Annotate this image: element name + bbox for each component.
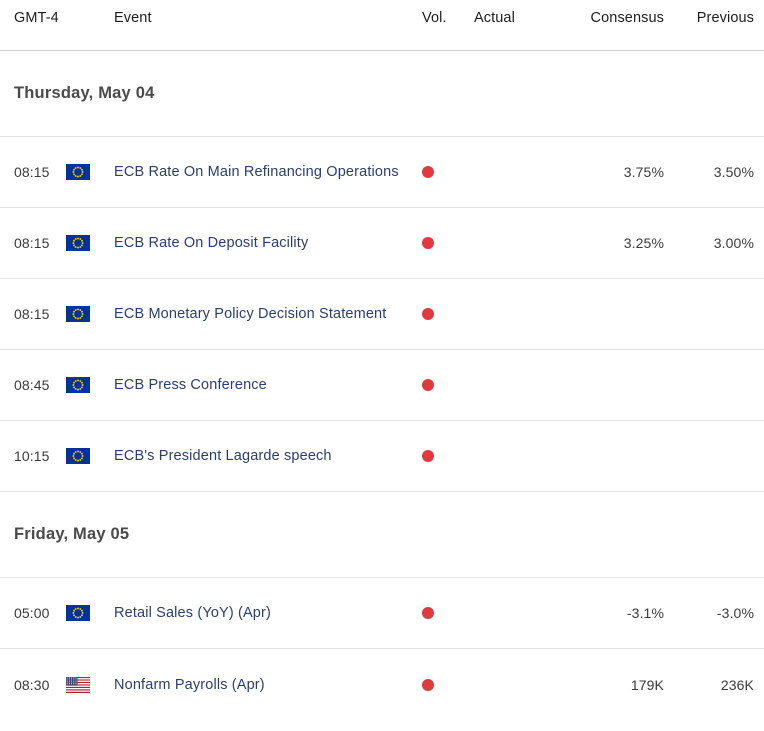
table-row[interactable]: 08:15 ECB Rate On Deposit Facility 3.25%3.… (0, 208, 764, 279)
table-body: Thursday, May 04 08:15 ECB Rate On Main Re… (0, 51, 764, 720)
day-group-header: Friday, May 05 (0, 492, 764, 578)
event-time: 08:15 (14, 235, 66, 251)
previous-value: 236K (664, 677, 754, 693)
volatility-indicator[interactable] (422, 237, 474, 249)
red-dot-icon (422, 450, 434, 462)
previous-value: 3.00% (664, 235, 754, 251)
consensus-value: -3.1% (570, 605, 664, 621)
previous-value: 3.50% (664, 164, 754, 180)
red-dot-icon (422, 607, 434, 619)
event-link[interactable]: ECB Rate On Main Refinancing Operations (114, 164, 399, 180)
eu-flag-icon (66, 377, 114, 393)
eu-flag-icon (66, 605, 114, 621)
eu-flag-icon (66, 448, 114, 464)
column-header-time: GMT-4 (14, 9, 66, 27)
day-group-title: Thursday, May 04 (14, 84, 154, 103)
us-flag-icon (66, 677, 114, 693)
event-link[interactable]: ECB Monetary Policy Decision Statement (114, 306, 386, 322)
volatility-indicator[interactable] (422, 379, 474, 391)
event-link[interactable]: ECB's President Lagarde speech (114, 448, 332, 464)
column-header-volatility: Vol. (422, 9, 474, 27)
red-dot-icon (422, 308, 434, 320)
eu-flag-icon (66, 235, 114, 251)
table-row[interactable]: 05:00 Retail Sales (YoY) (Apr) -3.1%-3.0% (0, 578, 764, 649)
previous-value: -3.0% (664, 605, 754, 621)
column-header-actual: Actual (474, 9, 570, 27)
table-row[interactable]: 08:30 Nonfarm Payrolls (Apr) 179K236K (0, 649, 764, 720)
column-header-event: Event (114, 9, 422, 27)
column-header-previous: Previous (664, 9, 754, 27)
event-time: 08:15 (14, 164, 66, 180)
event-time: 05:00 (14, 605, 66, 621)
volatility-indicator[interactable] (422, 450, 474, 462)
red-dot-icon (422, 166, 434, 178)
table-row[interactable]: 08:45 ECB Press Conference (0, 350, 764, 421)
red-dot-icon (422, 379, 434, 391)
consensus-value: 3.75% (570, 164, 664, 180)
consensus-value: 179K (570, 677, 664, 693)
column-header-consensus: Consensus (570, 9, 664, 27)
red-dot-icon (422, 237, 434, 249)
day-group-header: Thursday, May 04 (0, 51, 764, 137)
table-row[interactable]: 08:15 ECB Monetary Policy Decision Statem… (0, 279, 764, 350)
event-time: 08:15 (14, 306, 66, 322)
volatility-indicator[interactable] (422, 166, 474, 178)
table-header: GMT-4 Event Vol. Actual Consensus Previo… (0, 0, 764, 51)
eu-flag-icon (66, 164, 114, 180)
table-row[interactable]: 10:15 ECB's President Lagarde speech (0, 421, 764, 492)
day-group-title: Friday, May 05 (14, 525, 129, 544)
event-time: 08:30 (14, 677, 66, 693)
event-time: 10:15 (14, 448, 66, 464)
event-link[interactable]: Nonfarm Payrolls (Apr) (114, 677, 265, 693)
volatility-indicator[interactable] (422, 607, 474, 619)
red-dot-icon (422, 679, 434, 691)
volatility-indicator[interactable] (422, 679, 474, 691)
volatility-indicator[interactable] (422, 308, 474, 320)
economic-calendar: GMT-4 Event Vol. Actual Consensus Previo… (0, 0, 764, 731)
table-row[interactable]: 08:15 ECB Rate On Main Refinancing Operat… (0, 137, 764, 208)
event-time: 08:45 (14, 377, 66, 393)
event-link[interactable]: Retail Sales (YoY) (Apr) (114, 605, 271, 621)
consensus-value: 3.25% (570, 235, 664, 251)
event-link[interactable]: ECB Rate On Deposit Facility (114, 235, 308, 251)
event-link[interactable]: ECB Press Conference (114, 377, 267, 393)
eu-flag-icon (66, 306, 114, 322)
